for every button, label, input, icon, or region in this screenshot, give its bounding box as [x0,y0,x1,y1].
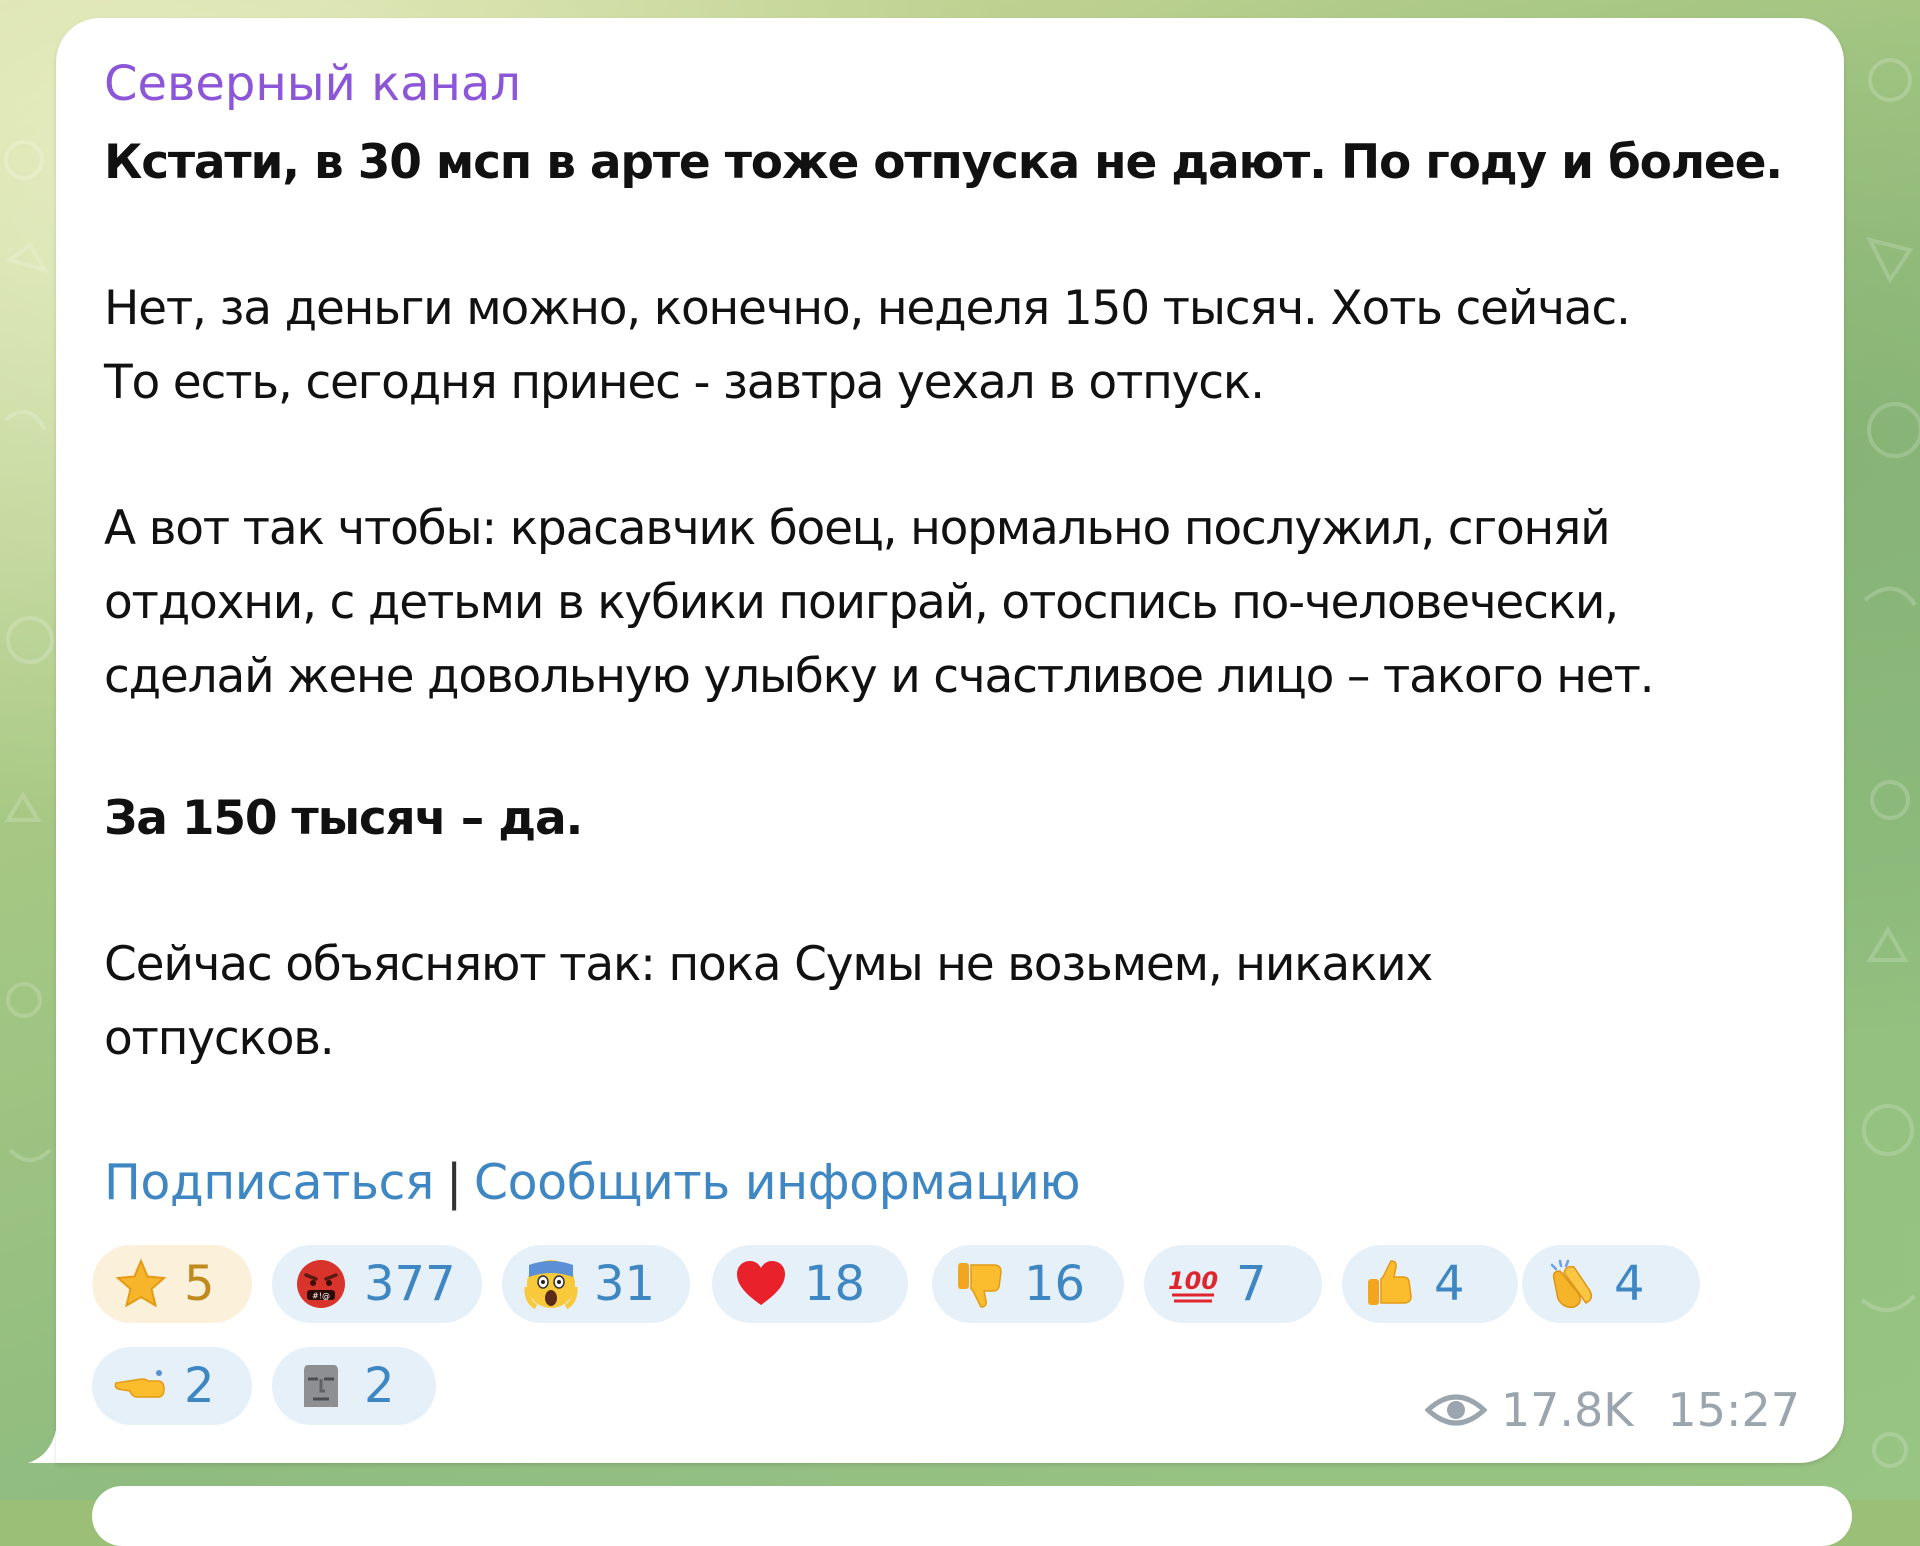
message-paragraph-4: За 150 тысяч – да. [104,791,583,846]
reaction-thumbs-up[interactable]: 4 [1342,1245,1518,1323]
reaction-heart[interactable]: 18 [712,1245,908,1323]
svg-text:#!@: #!@ [312,1292,330,1301]
eye-icon [1424,1394,1487,1426]
channel-name[interactable]: Северный канал [104,56,521,112]
message-line: отдохни, с детьми в кубики поиграй, отос… [104,575,1619,630]
reaction-count: 2 [184,1358,215,1414]
reaction-pointing-hand[interactable]: 2 [92,1347,252,1425]
reaction-moai[interactable]: 2 [272,1347,436,1425]
svg-text:100: 100 [1168,1267,1218,1295]
reaction-hundred[interactable]: 100 7 [1144,1245,1322,1323]
reaction-count: 4 [1614,1256,1645,1312]
subscribe-link[interactable]: Подписаться [104,1154,434,1211]
message-paragraph-3: А вот так чтобы: красавчик боец, нормаль… [104,492,1804,714]
heart-icon [737,1261,785,1305]
message-time: 15:27 [1667,1383,1800,1437]
message-meta: 17.8K 15:27 [1424,1383,1800,1437]
reaction-count: 31 [594,1256,656,1312]
message-line: А вот так чтобы: красавчик боец, нормаль… [104,501,1611,556]
reaction-screaming[interactable]: 31 [502,1245,690,1323]
message-paragraph-1: Кстати, в 30 мсп в арте тоже отпуска не … [104,135,1783,190]
message-links: Подписаться | Сообщить информацию [104,1148,1081,1218]
thumbs-down-icon [958,1263,1002,1308]
hundred-points-icon: 100 [1168,1267,1218,1303]
screaming-face-icon [524,1260,578,1310]
pointing-hand-icon [114,1370,165,1398]
star-icon [115,1258,167,1308]
reaction-angry-cursing[interactable]: #!@ 377 [272,1245,482,1323]
reaction-count: 2 [364,1358,395,1414]
reaction-clap[interactable]: 4 [1522,1245,1700,1323]
clapping-hands-icon [1550,1259,1593,1309]
view-count: 17.8K [1500,1383,1634,1437]
angry-cursing-face-icon: #!@ [297,1260,345,1308]
reaction-count: 377 [364,1256,456,1312]
next-message-bubble [92,1486,1852,1546]
message-line: То есть, сегодня принес - завтра уехал в… [104,355,1265,410]
report-info-link[interactable]: Сообщить информацию [474,1154,1081,1211]
reaction-count: 7 [1236,1256,1267,1312]
reaction-star[interactable]: 5 [92,1245,252,1323]
moai-icon [304,1365,338,1407]
reaction-thumbs-down[interactable]: 16 [932,1245,1124,1323]
reaction-count: 4 [1434,1256,1465,1312]
message-line: Сейчас объясняют так: пока Сумы не возьм… [104,937,1433,992]
message-paragraph-2: Нет, за деньги можно, конечно, неделя 15… [104,272,1804,420]
reaction-count: 18 [804,1256,866,1312]
link-separator: | [445,1154,463,1211]
message-paragraph-5: Сейчас объясняют так: пока Сумы не возьм… [104,928,1804,1076]
message-line: отпусков. [104,1011,335,1066]
message-line: сделай жене довольную улыбку и счастливо… [104,649,1655,704]
reaction-count: 16 [1024,1256,1086,1312]
message-line: Нет, за деньги можно, конечно, неделя 15… [104,281,1631,336]
thumbs-up-icon [1368,1260,1412,1305]
reaction-count: 5 [184,1256,215,1312]
